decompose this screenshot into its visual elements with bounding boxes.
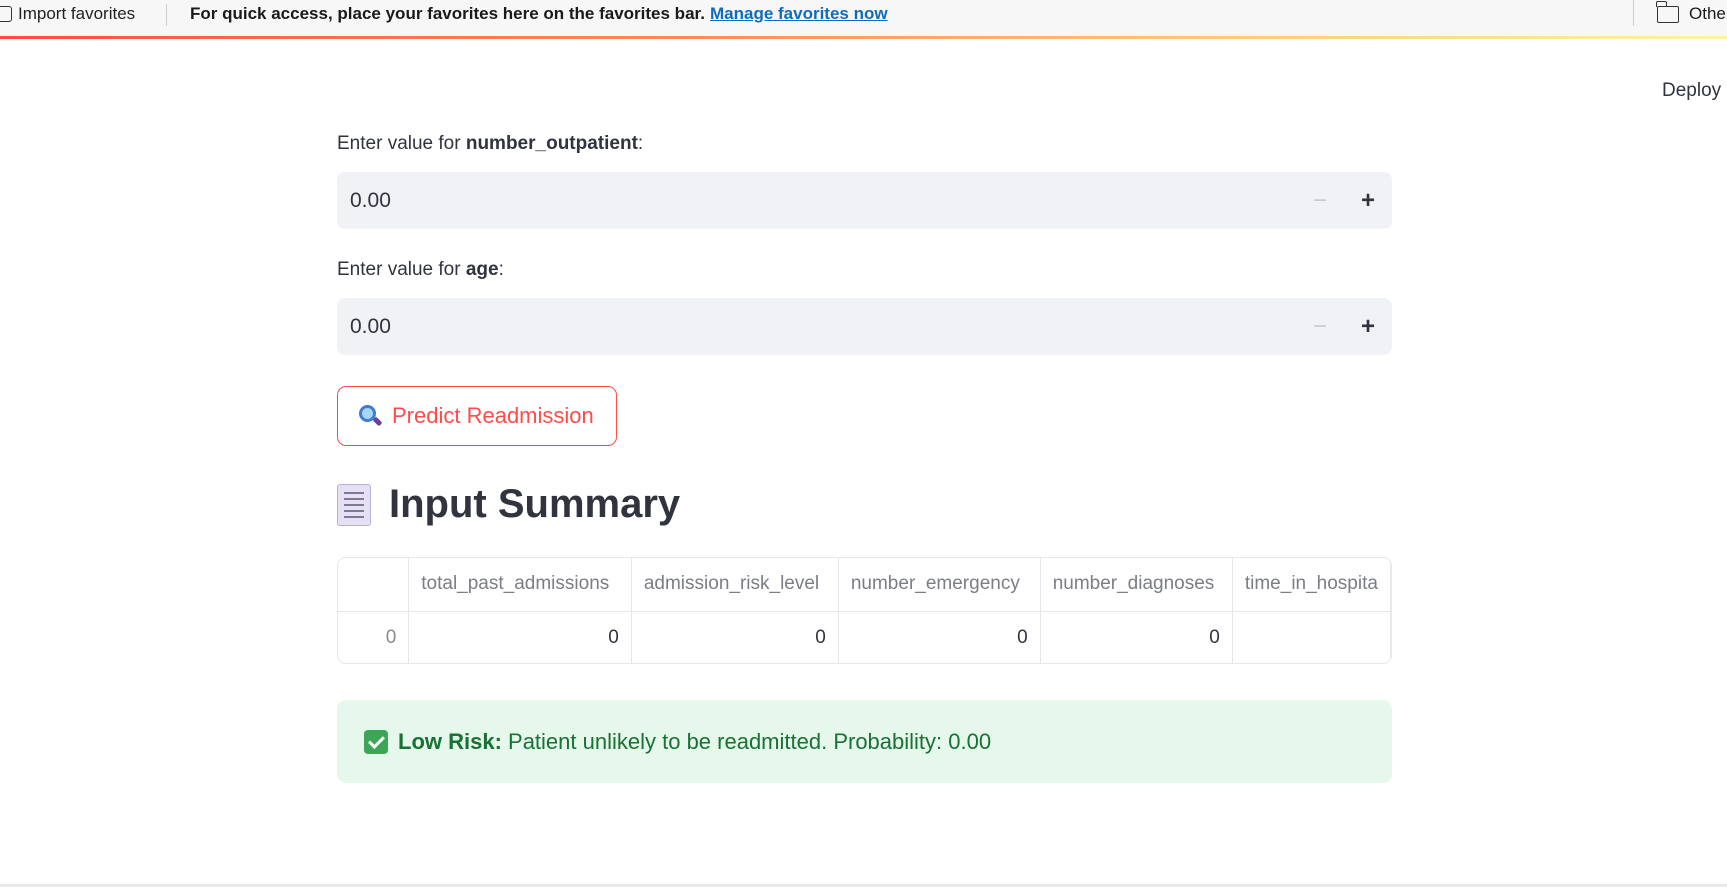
column-header[interactable]: number_emergency: [838, 558, 1041, 612]
increment-button[interactable]: +: [1344, 172, 1392, 229]
result-text: Patient unlikely to be readmitted. Proba…: [501, 728, 992, 754]
number-outpatient-input[interactable]: [337, 172, 1296, 229]
folder-icon: [1656, 0, 1679, 23]
import-icon: [0, 6, 12, 22]
favorites-divider: [166, 4, 167, 26]
magnifying-glass-icon: [358, 404, 383, 428]
field-label-name: age: [465, 259, 499, 280]
field-label-prefix: Enter value for: [337, 259, 466, 280]
table-row: 0 0 0 0 0: [338, 611, 1391, 663]
column-header-index[interactable]: [338, 558, 410, 612]
input-summary-heading: Input Summary: [337, 482, 680, 527]
field-label-name: number_outpatient: [465, 133, 638, 154]
manage-favorites-link[interactable]: Manage favorites now: [710, 4, 888, 24]
decrement-button[interactable]: −: [1296, 172, 1344, 229]
header-decoration-line: [0, 36, 1727, 39]
table-cell[interactable]: 0: [631, 611, 839, 663]
section-title-text: Input Summary: [389, 482, 681, 526]
check-box-icon: [364, 729, 388, 754]
prediction-result-alert: Low Risk: Patient unlikely to be readmit…: [337, 700, 1392, 783]
increment-button[interactable]: +: [1344, 298, 1392, 355]
bottom-divider: [0, 884, 1727, 887]
column-header[interactable]: number_diagnoses: [1040, 558, 1233, 612]
receipt-icon: [337, 483, 371, 526]
table-cell[interactable]: 0: [408, 611, 632, 663]
row-index-cell[interactable]: 0: [338, 611, 410, 663]
import-favorites-label: Import favorites: [18, 4, 136, 23]
result-risk-label: Low Risk:: [398, 728, 502, 754]
age-input[interactable]: [337, 298, 1296, 355]
field-label-age: Enter value for age:: [337, 259, 504, 281]
favorites-divider-right: [1633, 0, 1634, 26]
age-input-group: − +: [337, 298, 1392, 355]
favorites-bar: Import favorites For quick access, place…: [0, 0, 1727, 36]
column-header[interactable]: admission_risk_level: [631, 558, 839, 612]
other-favorites-label: Othe: [1689, 4, 1726, 23]
table-cell[interactable]: 0: [1040, 611, 1233, 663]
deploy-button[interactable]: Deploy: [1662, 80, 1721, 102]
result-message: Low Risk: Patient unlikely to be readmit…: [398, 729, 991, 755]
table-header-row: total_past_admissions admission_risk_lev…: [338, 558, 1391, 612]
other-favorites-button[interactable]: Othe: [1656, 0, 1726, 24]
predict-button-label: Predict Readmission: [392, 403, 594, 428]
column-header[interactable]: total_past_admissions: [408, 558, 632, 612]
table-cell[interactable]: [1232, 611, 1391, 663]
field-label-number-outpatient: Enter value for number_outpatient:: [337, 133, 643, 155]
column-header[interactable]: time_in_hospita: [1232, 558, 1391, 612]
field-label-suffix: :: [637, 133, 644, 154]
number-outpatient-input-group: − +: [337, 172, 1392, 229]
decrement-button[interactable]: −: [1296, 298, 1344, 355]
import-favorites-button[interactable]: Import favorites: [0, 4, 135, 24]
predict-readmission-button[interactable]: Predict Readmission: [337, 386, 617, 446]
table-cell[interactable]: 0: [838, 611, 1041, 663]
field-label-suffix: :: [498, 259, 504, 280]
input-summary-table[interactable]: total_past_admissions admission_risk_lev…: [337, 557, 1392, 664]
favorites-message: For quick access, place your favorites h…: [190, 4, 705, 23]
field-label-prefix: Enter value for: [337, 133, 466, 154]
